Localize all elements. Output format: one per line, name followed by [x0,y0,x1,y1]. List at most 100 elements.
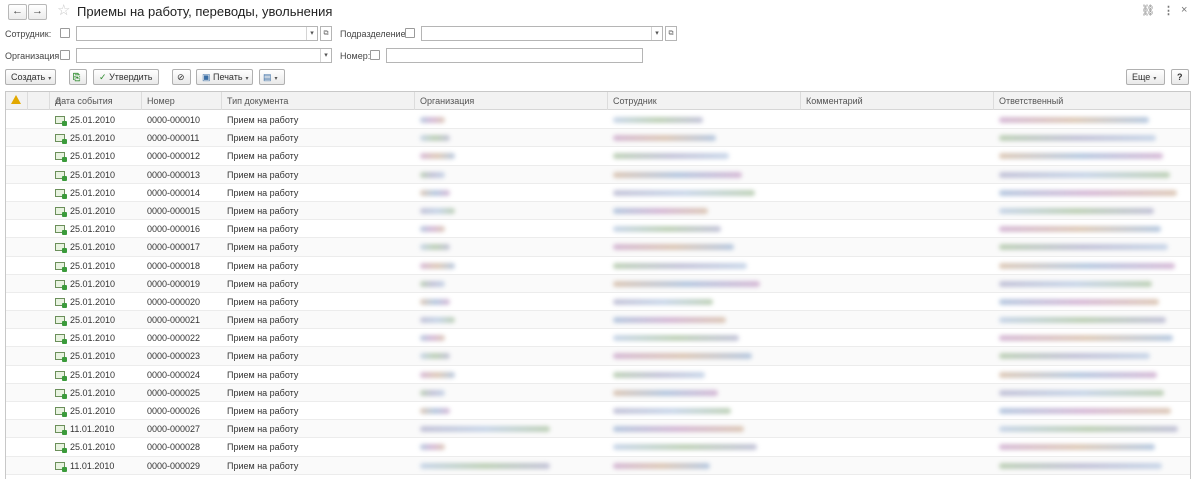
table-row[interactable]: 25.01.2010 0000-000017 Прием на работу [6,238,1190,257]
redacted-content [613,135,716,142]
redacted-content [420,207,455,214]
table-row[interactable]: 25.01.2010 0000-000024 Прием на работу [6,365,1190,384]
redacted-content [420,408,450,414]
redacted-content [420,153,455,160]
table-row[interactable]: 11.01.2010 0000-000029 Прием на работу [6,456,1190,475]
attach-button[interactable]: ⊘ [172,69,191,85]
header-responsible[interactable]: Ответственный [994,92,1190,110]
document-posted-icon [55,225,67,236]
more-button[interactable]: Еще ▾ [1126,69,1165,85]
more-button-label: Еще [1132,72,1151,82]
table-row[interactable]: 25.01.2010 0000-000010 Прием на работу [6,111,1190,130]
redacted-content [999,408,1171,414]
more-options-icon[interactable]: ⋮ [1163,4,1174,17]
organization-filter-checkbox[interactable] [60,50,70,60]
document-posted-icon [55,370,67,381]
table-row[interactable]: 25.01.2010 0000-000020 Прием на работу [6,292,1190,312]
employee-filter-field[interactable]: ▾ [76,26,318,41]
cell-doc-type: Прием на работу [227,369,299,380]
cell-number: 0000-000020 [147,296,201,307]
table-row[interactable]: 25.01.2010 0000-000028 Прием на работу [6,438,1190,457]
open-form-icon[interactable]: ⧉ [665,26,677,41]
number-filter-field[interactable] [386,48,643,63]
table-row[interactable]: 25.01.2010 0000-000022 Прием на работу [6,329,1190,348]
redacted-content [420,462,550,469]
table-row[interactable]: 25.01.2010 0000-000019 Прием на работу [6,274,1190,293]
header-attachments[interactable]: ⌀ [28,92,61,110]
cell-date: 25.01.2010 [70,278,116,289]
redacted-content [420,117,445,123]
help-button[interactable]: ? [1171,69,1189,85]
paperclip-icon: ⊘ [177,72,185,82]
chevron-down-icon: ▾ [274,76,278,82]
cell-doc-type: Прием на работу [227,151,299,162]
redacted-content [613,244,734,251]
report-button[interactable]: ▤ ▾ [259,69,285,85]
table-row[interactable]: 25.01.2010 0000-000026 Прием на работу [6,402,1190,421]
cell-date: 25.01.2010 [70,442,116,453]
link-icon[interactable]: ⛓ [1141,4,1155,17]
table-row[interactable]: 25.01.2010 0000-000018 Прием на работу [6,256,1190,275]
cell-number: 0000-000010 [147,115,201,125]
table-row[interactable]: 25.01.2010 0000-000023 Прием на работу [6,347,1190,366]
printer-icon: ▣ [202,72,211,82]
header-organization[interactable]: Организация [415,92,608,110]
approve-button-label: Утвердить [109,72,153,82]
chevron-down-icon[interactable]: ▾ [651,27,662,40]
department-filter-checkbox[interactable] [405,28,415,38]
header-comment[interactable]: Комментарий [801,92,994,110]
cell-date: 25.01.2010 [70,242,116,253]
forward-button[interactable]: → [28,4,47,20]
redacted-content [420,426,550,433]
chevron-down-icon: ▾ [245,76,249,82]
header-date[interactable]: Дата события [50,92,142,110]
cell-doc-type: Прием на работу [227,351,299,362]
document-posted-icon [55,243,67,254]
favorite-star-icon[interactable]: ☆ [57,2,70,20]
create-copy-icon[interactable]: ⎘ [69,69,87,85]
create-button[interactable]: Создать ▾ [5,69,56,85]
redacted-content [613,189,755,196]
header-employee[interactable]: Сотрудник [608,92,801,110]
cell-doc-type: Прием на работу [227,442,299,453]
table-row[interactable]: 25.01.2010 0000-000015 Прием на работу [6,201,1190,221]
redacted-content [420,389,445,396]
cell-number: 0000-000027 [147,424,201,435]
table-row[interactable]: 25.01.2010 0000-000012 Прием на работу [6,147,1190,166]
document-posted-icon [55,206,67,217]
table-row[interactable]: 25.01.2010 0000-000011 Прием на работу [6,129,1190,148]
table-row[interactable]: 11.01.2010 0000-000027 Прием на работу [6,420,1190,439]
cell-number: 0000-000024 [147,369,201,380]
header-doc-type[interactable]: Тип документа [222,92,415,110]
redacted-content [999,426,1178,433]
cell-number: 0000-000029 [147,460,201,471]
table-row[interactable]: 25.01.2010 0000-000021 Прием на работу [6,311,1190,330]
chevron-down-icon[interactable]: ▾ [320,49,331,62]
header-status[interactable] [6,92,28,110]
table-row[interactable]: 25.01.2010 0000-000025 Прием на работу [6,383,1190,402]
table-row[interactable]: 25.01.2010 0000-000014 Прием на работу [6,183,1190,202]
cell-doc-type: Прием на работу [227,315,299,326]
redacted-content [999,244,1168,251]
back-button[interactable]: ← [8,4,27,20]
redacted-content [999,389,1164,396]
cell-date: 25.01.2010 [70,169,116,180]
table-row[interactable]: 25.01.2010 0000-000016 Прием на работу [6,220,1190,239]
number-filter-checkbox[interactable] [370,50,380,60]
employee-filter-checkbox[interactable] [60,28,70,38]
header-number[interactable]: Номер [142,92,222,110]
redacted-content [999,317,1166,324]
redacted-content [999,135,1156,142]
open-form-icon[interactable]: ⧉ [320,26,332,41]
redacted-content [420,335,445,342]
chevron-down-icon[interactable]: ▾ [306,27,317,40]
redacted-content [999,371,1157,378]
table-row[interactable]: 25.01.2010 0000-000013 Прием на работу [6,165,1190,184]
close-icon[interactable]: × [1181,4,1187,16]
approve-button[interactable]: ✓ Утвердить [93,69,159,85]
print-button[interactable]: ▣ Печать ▾ [196,69,253,85]
cell-doc-type: Прием на работу [227,296,299,307]
department-filter-field[interactable]: ▾ [421,26,663,41]
cell-date: 25.01.2010 [70,115,116,125]
organization-filter-field[interactable]: ▾ [76,48,332,63]
